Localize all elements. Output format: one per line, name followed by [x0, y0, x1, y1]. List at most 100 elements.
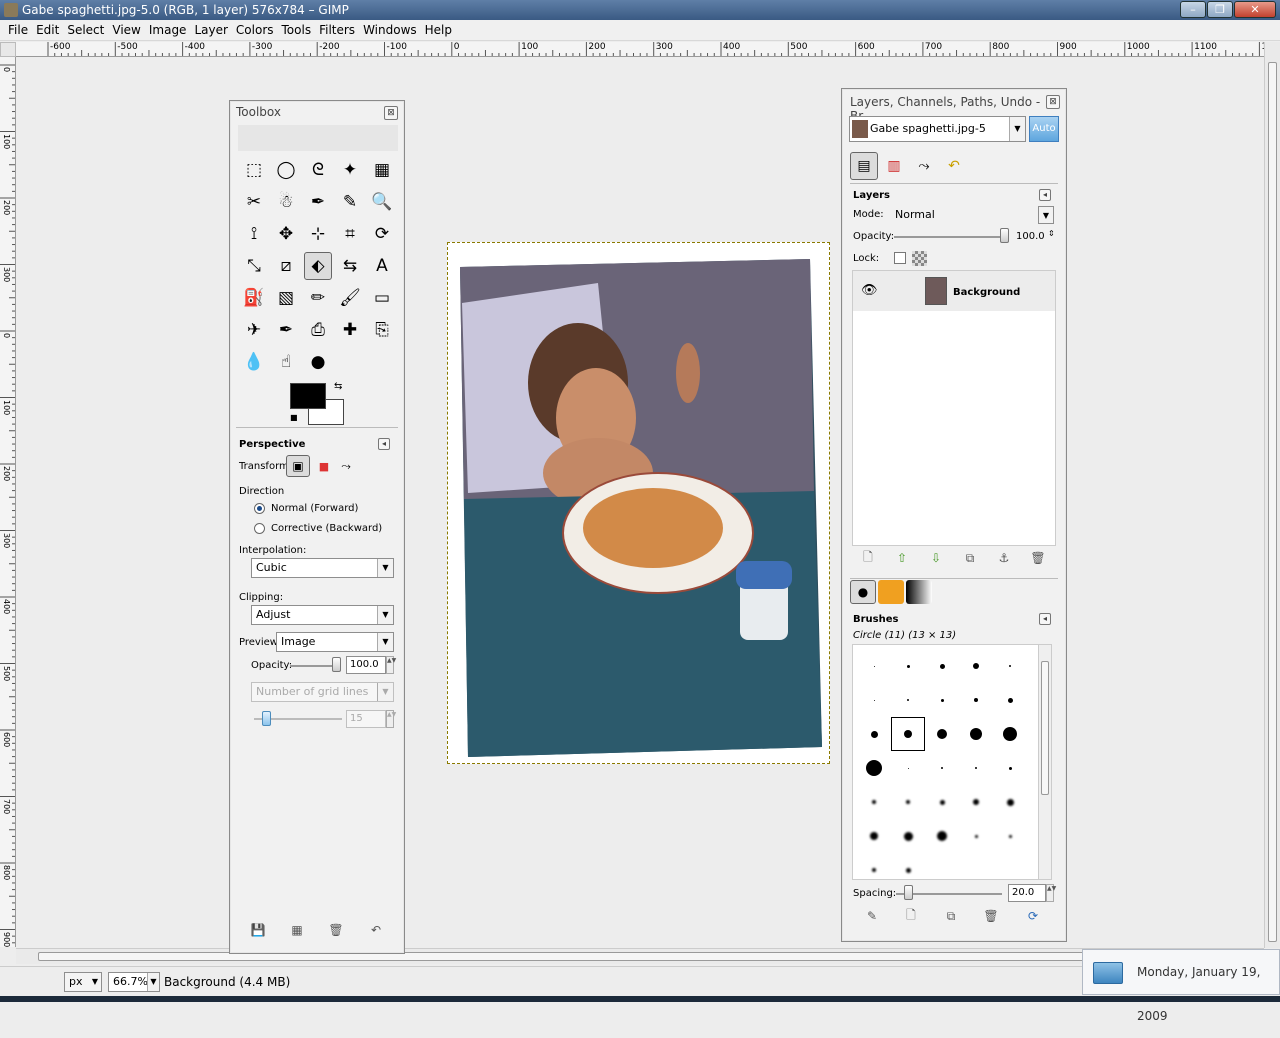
spacing-spin-icon[interactable]: ▲▼	[1046, 884, 1056, 902]
delete-options-icon[interactable]: 🗑	[326, 921, 346, 939]
paintbrush-icon[interactable]: 🖌	[336, 284, 364, 312]
brushes-tab-icon[interactable]: ●	[850, 580, 876, 604]
chevron-down-icon[interactable]: ▼	[377, 683, 393, 701]
reset-options-icon[interactable]: ↶	[366, 921, 386, 939]
brush-item[interactable]	[891, 853, 925, 879]
new-brush-icon[interactable]: 🗋	[901, 907, 921, 925]
blur-icon[interactable]: 💧	[240, 348, 268, 376]
new-layer-icon[interactable]: 🗋	[858, 549, 878, 567]
brush-item[interactable]	[891, 751, 925, 785]
ellipse-select-icon[interactable]: ◯	[272, 156, 300, 184]
chevron-down-icon[interactable]: ▼	[1038, 206, 1054, 224]
layer-name[interactable]: Background	[953, 287, 1020, 298]
menu-colors[interactable]: Colors	[232, 20, 278, 40]
brush-item[interactable]	[993, 717, 1027, 751]
brush-item[interactable]	[993, 683, 1027, 717]
layer-opacity-spin-icon[interactable]: ⇕	[1048, 229, 1055, 238]
raise-layer-icon[interactable]: ⇧	[892, 549, 912, 567]
measure-icon[interactable]: ⟟	[240, 220, 268, 248]
heal-icon[interactable]: ✚	[336, 316, 364, 344]
transform-selection-icon[interactable]: ■	[312, 455, 336, 477]
anchor-layer-icon[interactable]: ⚓	[994, 549, 1014, 567]
brush-item[interactable]	[891, 785, 925, 819]
transform-layer-icon[interactable]: ▣	[286, 455, 310, 477]
menu-edit[interactable]: Edit	[32, 20, 63, 40]
airbrush-icon[interactable]: ✈	[240, 316, 268, 344]
text-icon[interactable]: A	[368, 252, 396, 280]
swap-colors-icon[interactable]: ⇆	[334, 381, 342, 392]
align-icon[interactable]: ⊹	[304, 220, 332, 248]
ink-icon[interactable]: ✒	[272, 316, 300, 344]
opacity-field[interactable]: 100.0	[346, 656, 386, 674]
brush-item[interactable]	[959, 683, 993, 717]
eraser-icon[interactable]: ▭	[368, 284, 396, 312]
rect-select-icon[interactable]: ⬚	[240, 156, 268, 184]
wilber-banner[interactable]	[238, 125, 398, 151]
brush-item[interactable]	[891, 649, 925, 683]
brush-item[interactable]	[925, 785, 959, 819]
rotate-icon[interactable]: ⟳	[368, 220, 396, 248]
layers-tab-icon[interactable]: ▤	[850, 152, 878, 180]
patterns-tab-icon[interactable]	[878, 580, 904, 604]
grid-lines-field[interactable]: 15	[346, 710, 386, 728]
gradients-tab-icon[interactable]	[906, 580, 932, 604]
foreground-color-swatch-top[interactable]	[290, 383, 326, 409]
menu-view[interactable]: View	[108, 20, 144, 40]
bucket-fill-icon[interactable]: ⛽	[240, 284, 268, 312]
brush-item[interactable]	[993, 819, 1027, 853]
color-select-icon[interactable]: ▦	[368, 156, 396, 184]
brush-item[interactable]	[959, 819, 993, 853]
tool-options-menu-icon[interactable]: ◂	[378, 438, 390, 450]
smudge-icon[interactable]: ☝	[272, 348, 300, 376]
brush-item[interactable]	[925, 649, 959, 683]
dodge-burn-icon[interactable]: ●	[304, 348, 332, 376]
direction-normal-label[interactable]: Normal (Forward)	[271, 503, 358, 514]
pencil-icon[interactable]: ✏	[304, 284, 332, 312]
chevron-down-icon[interactable]: ▼	[377, 606, 393, 624]
direction-corrective-radio[interactable]	[254, 523, 265, 534]
layer-row-background[interactable]: 👁 Background	[853, 271, 1055, 311]
scale-icon[interactable]: ⤡	[240, 252, 268, 280]
unit-select[interactable]: px ▼	[64, 972, 102, 992]
brush-item[interactable]	[857, 819, 891, 853]
layers-list[interactable]: 👁 Background	[852, 270, 1056, 546]
image-select[interactable]: Gabe spaghetti.jpg-5 ▼	[849, 116, 1026, 142]
vertical-scrollbar[interactable]	[1264, 42, 1280, 948]
brushes-scroll-thumb[interactable]	[1041, 661, 1049, 795]
preview-select[interactable]: Image ▼	[276, 632, 394, 652]
grid-type-select[interactable]: Number of grid lines ▼	[251, 682, 394, 702]
paths-tab-icon[interactable]: ⤳	[910, 152, 938, 180]
chevron-down-icon[interactable]: ▼	[377, 633, 393, 651]
brush-item[interactable]	[857, 785, 891, 819]
layers-menu-icon[interactable]: ◂	[1039, 189, 1051, 201]
image-layer-boundary[interactable]	[447, 242, 830, 764]
vertical-ruler[interactable]: 0 100 200 300 0 100 200 300 400 500 600 700 800 900	[0, 57, 16, 947]
menu-tools[interactable]: Tools	[278, 20, 316, 40]
menu-filters[interactable]: Filters	[315, 20, 359, 40]
channels-tab-icon[interactable]: ▥	[880, 152, 908, 180]
menu-windows[interactable]: Windows	[359, 20, 421, 40]
grid-slider-knob[interactable]	[262, 711, 271, 726]
chevron-down-icon[interactable]: ▼	[1009, 117, 1025, 141]
transform-path-icon[interactable]: ⤳	[334, 455, 358, 477]
brush-item[interactable]	[993, 751, 1027, 785]
brush-item[interactable]	[925, 717, 959, 751]
blend-icon[interactable]: ▧	[272, 284, 300, 312]
duplicate-brush-icon[interactable]: ⧉	[941, 907, 961, 925]
brush-item[interactable]	[959, 785, 993, 819]
brush-item[interactable]	[857, 853, 891, 879]
lasso-icon[interactable]: ᘓ	[304, 156, 332, 184]
menu-file[interactable]: File	[4, 20, 32, 40]
duplicate-layer-icon[interactable]: ⧉	[960, 549, 980, 567]
horizontal-scroll-thumb[interactable]	[38, 952, 1258, 961]
layer-opacity-slider-track[interactable]	[894, 236, 1006, 238]
brush-item[interactable]	[857, 751, 891, 785]
auto-button[interactable]: Auto	[1029, 116, 1059, 142]
delete-brush-icon[interactable]: 🗑	[981, 907, 1001, 925]
fuzzy-select-icon[interactable]: ✦	[336, 156, 364, 184]
chevron-down-icon[interactable]: ▼	[147, 973, 159, 991]
brush-item[interactable]	[857, 683, 891, 717]
direction-corrective-label[interactable]: Corrective (Backward)	[271, 523, 382, 534]
grid-lines-spin-icon[interactable]: ▲▼	[386, 710, 396, 728]
vertical-scroll-thumb[interactable]	[1268, 62, 1277, 942]
